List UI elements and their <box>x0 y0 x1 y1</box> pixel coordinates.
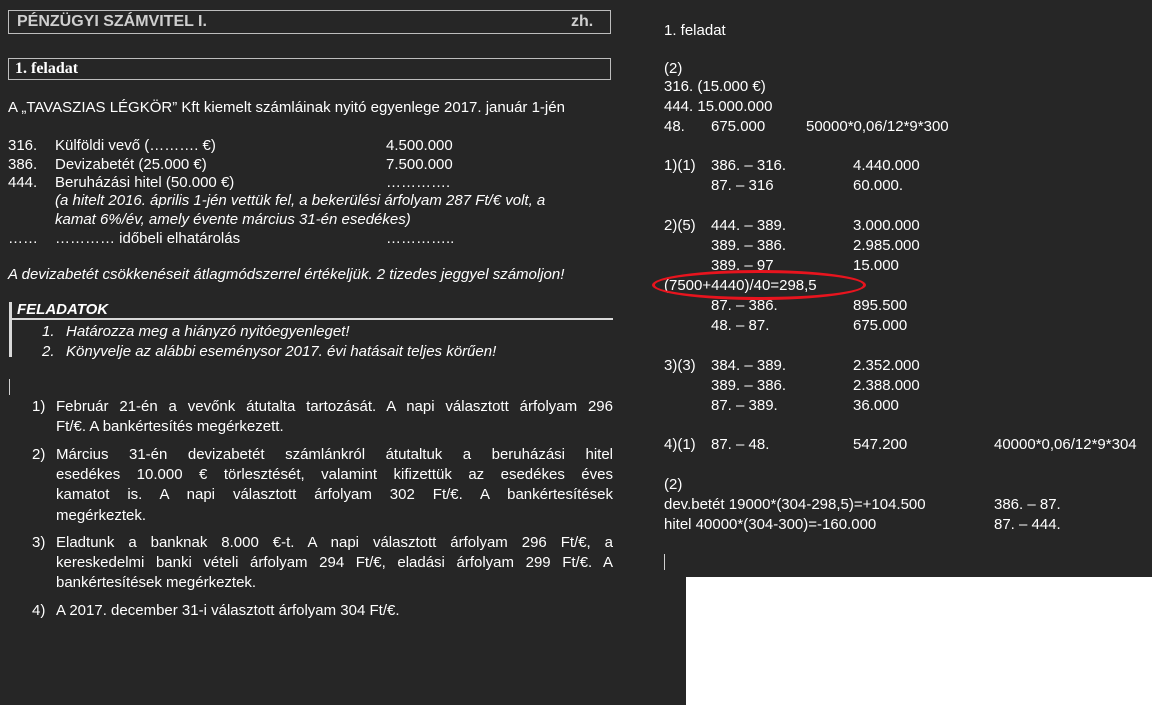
entry-accounts: 444. – 389. <box>711 217 787 234</box>
intro-text: A „TAVASZIAS LÉGKÖR” Kft kiemelt számlái… <box>8 99 565 116</box>
event-line: esedékes 10.000 € törlesztését, valamint… <box>56 466 613 483</box>
entry-accounts: 384. – 389. <box>711 357 787 374</box>
section-label: (2) <box>664 60 683 77</box>
event-num: 4) <box>32 602 46 619</box>
entry-amount: 36.000 <box>853 397 899 414</box>
account-name: Beruházási hitel (50.000 €) <box>55 174 235 191</box>
account-code: 386. <box>8 156 38 173</box>
task-text: Határozza meg a hiányzó nyitóegyenleget! <box>66 323 350 340</box>
text-cursor <box>664 554 665 570</box>
event-num: 1) <box>32 398 46 415</box>
sheet-tag: zh. <box>571 13 594 30</box>
event-line: bankértesítések megérkeztek. <box>56 574 257 591</box>
solution-line: 48. <box>664 118 685 135</box>
revaluation-line: hitel 40000*(304-300)=-160.000 <box>664 516 877 533</box>
event-line: Február 21-én a vevőnk átutalta tartozás… <box>56 398 613 415</box>
task-num: 1. <box>42 323 55 340</box>
loan-note-line-1: (a hitelt 2016. április 1-jén vettük fel… <box>55 192 546 209</box>
revaluation-line: dev.betét 19000*(304-298,5)=+104.500 <box>664 496 926 513</box>
task-num: 2. <box>42 343 55 360</box>
interest-calc: 40000*0,06/12*9*304 <box>994 436 1152 453</box>
entry-accounts: 87. – 389. <box>711 397 778 414</box>
tasks-bar <box>9 302 12 357</box>
event-line: Ft/€. A bankértesítés megérkezett. <box>56 418 284 435</box>
loan-note-line-2: kamat 6%/év, amely évente március 31-én … <box>55 211 411 228</box>
method-note: A devizabetét csökkenéseit átlagmódszerr… <box>8 266 565 283</box>
account-value: 4.500.000 <box>386 137 453 154</box>
section-label: 3)(3) <box>664 357 696 374</box>
section-label: 2)(5) <box>664 217 696 234</box>
entry-amount: 675.000 <box>853 317 908 334</box>
sheet-header: PÉNZÜGYI SZÁMVITEL I. zh. <box>8 10 611 34</box>
entry-accounts: 389. – 386. <box>711 237 787 254</box>
highlight-ellipse <box>652 270 866 300</box>
entry-accounts: 87. – 316 <box>711 177 774 194</box>
entry-amount: 895.500 <box>853 297 908 314</box>
text-cursor <box>9 379 10 395</box>
entry-amount: 2.352.000 <box>853 357 920 374</box>
solution-line: 675.000 <box>711 118 766 135</box>
section-label: (2) <box>664 476 683 493</box>
entry-accounts: 87. – 444. <box>994 516 1061 533</box>
account-code: 444. <box>8 174 38 191</box>
entry-accounts: 48. – 87. <box>711 317 770 334</box>
entry-accounts: 386. – 87. <box>994 496 1061 513</box>
task-title-box: 1. feladat <box>8 58 611 80</box>
tasks-title: FELADATOK <box>17 301 109 318</box>
solution-line: 50000*0,06/12*9*300 <box>806 118 949 135</box>
account-code: 316. <box>8 137 38 154</box>
entry-amount: 15.000 <box>853 257 899 274</box>
section-label: 1)(1) <box>664 157 696 174</box>
event-num: 2) <box>32 446 46 463</box>
task-title: 1. feladat <box>15 60 79 77</box>
event-line: megérkeztek. <box>56 507 147 524</box>
tasks-rule <box>12 318 613 320</box>
entry-accounts: 386. – 316. <box>711 157 787 174</box>
account-name: Külföldi vevő (………. €) <box>55 137 216 154</box>
blank-area <box>686 577 1152 705</box>
event-line: kamatot is. A napi választott árfolyam 3… <box>56 486 613 503</box>
entry-amount: 547.200 <box>853 436 908 453</box>
account-value: …………. <box>386 174 451 191</box>
event-line: A 2017. december 31-i választott árfolya… <box>56 602 400 619</box>
event-num: 3) <box>32 534 46 551</box>
accrual-code: …… <box>8 230 38 247</box>
entry-amount: 2.985.000 <box>853 237 920 254</box>
solution-line: 316. (15.000 €) <box>664 78 766 95</box>
interest-calc-text: 40000*0,06/12*9*304 <box>994 436 1137 453</box>
account-name: Devizabetét (25.000 €) <box>55 156 207 173</box>
entry-amount: 3.000.000 <box>853 217 920 234</box>
solution-title: 1. feladat <box>664 22 726 39</box>
event-line: Eladtunk a banknak 8.000 €-t. A napi vál… <box>56 534 613 551</box>
entry-amount: 60.000. <box>853 177 904 194</box>
accrual-name: ………… időbeli elhatárolás <box>55 230 241 247</box>
entry-amount: 4.440.000 <box>853 157 920 174</box>
solution-line: 444. 15.000.000 <box>664 98 773 115</box>
sheet-title: PÉNZÜGYI SZÁMVITEL I. <box>17 13 207 30</box>
accrual-value: ………….. <box>386 230 455 247</box>
task-text: Könyvelje az alábbi eseménysor 2017. évi… <box>66 343 497 360</box>
event-line: Március 31-én devizabetét számlánkról át… <box>56 446 613 463</box>
entry-accounts: 87. – 48. <box>711 436 770 453</box>
entry-amount: 2.388.000 <box>853 377 920 394</box>
event-line: kereskedelmi banki vételi árfolyam 294 F… <box>56 554 613 571</box>
account-value: 7.500.000 <box>386 156 453 173</box>
section-label: 4)(1) <box>664 436 696 453</box>
entry-accounts: 389. – 386. <box>711 377 787 394</box>
